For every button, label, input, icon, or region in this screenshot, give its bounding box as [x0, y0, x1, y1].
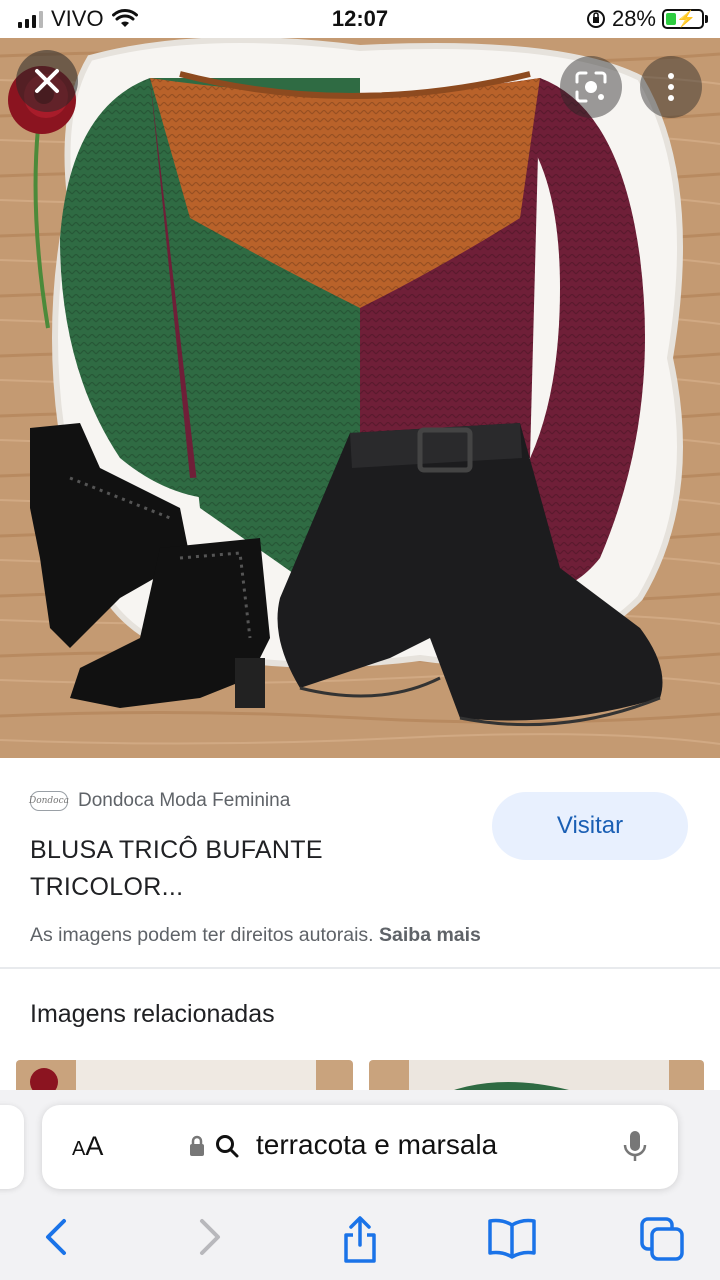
close-button[interactable]: [16, 50, 78, 112]
forward-chevron-icon[interactable]: [194, 1215, 226, 1259]
result-title-line1: BLUSA TRICÔ BUFANTE: [30, 836, 323, 864]
address-bar[interactable]: AA terracota e marsala: [42, 1105, 678, 1189]
back-chevron-icon[interactable]: [40, 1215, 72, 1259]
share-icon[interactable]: [338, 1215, 382, 1265]
status-right: 28% ⚡: [586, 6, 708, 32]
search-icon: [216, 1135, 239, 1158]
google-lens-button[interactable]: [560, 56, 622, 118]
product-image[interactable]: [0, 38, 720, 758]
tabs-icon[interactable]: [638, 1215, 686, 1263]
source-row[interactable]: Dondoca Dondoca Moda Feminina: [29, 790, 291, 812]
result-title-line2: TRICOLOR...: [30, 873, 184, 901]
battery-percent: 28%: [611, 6, 656, 31]
text-size-big-a: A: [85, 1131, 104, 1161]
text-size-button[interactable]: AA: [72, 1131, 103, 1162]
lock-icon: [190, 1135, 204, 1156]
text-size-small-a: A: [72, 1138, 86, 1160]
learn-more-link[interactable]: Saiba mais: [379, 924, 481, 946]
book-icon[interactable]: [486, 1215, 538, 1259]
copyright-notice: As imagens podem ter direitos autorais. …: [30, 924, 481, 947]
source-logo: Dondoca: [29, 791, 69, 811]
visit-button[interactable]: Visitar: [492, 792, 688, 860]
more-options-button[interactable]: [640, 56, 702, 118]
previous-tab-peek[interactable]: [0, 1105, 24, 1189]
battery-icon: ⚡: [662, 9, 708, 29]
charging-icon: ⚡: [676, 11, 696, 28]
address-text: terracota e marsala: [256, 1129, 498, 1160]
source-name: Dondoca Moda Feminina: [78, 790, 291, 811]
result-title[interactable]: BLUSA TRICÔ BUFANTE TRICOLOR...: [30, 832, 450, 906]
more-vertical-icon: [668, 73, 674, 79]
google-lens-icon: [575, 71, 607, 103]
copyright-text: As imagens podem ter direitos autorais.: [30, 924, 374, 946]
orientation-lock-icon: [586, 10, 605, 28]
browser-toolbar: [0, 1205, 720, 1275]
section-divider: [0, 967, 720, 969]
result-info-panel: Dondoca Dondoca Moda Feminina BLUSA TRIC…: [0, 758, 720, 968]
related-images-heading: Imagens relacionadas: [30, 1000, 275, 1028]
microphone-icon[interactable]: [622, 1129, 648, 1165]
battery-fill: [666, 13, 676, 25]
status-bar: VIVO 12:07 28% ⚡: [0, 0, 720, 38]
close-icon: [35, 69, 59, 93]
